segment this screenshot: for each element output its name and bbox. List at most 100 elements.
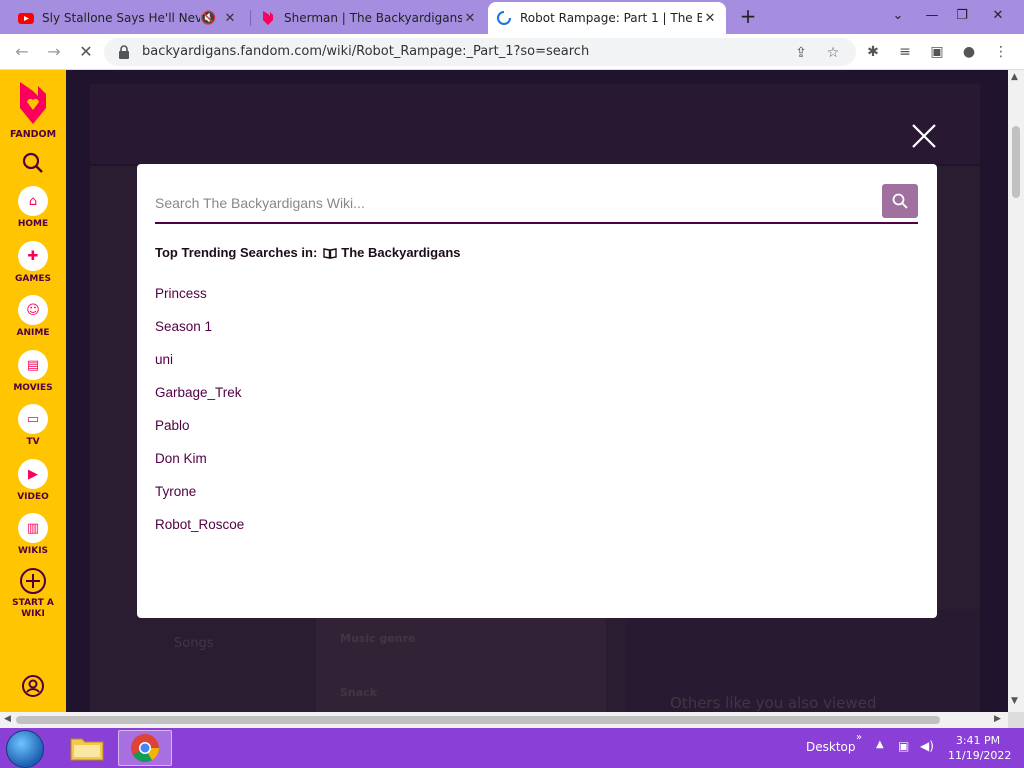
home-icon: ⌂ [18,186,48,216]
menu-kebab-icon[interactable]: ⋮ [992,43,1010,61]
side-panel-icon[interactable]: ▣ [928,43,946,61]
search-icon [22,152,43,173]
sidebar-item-anime[interactable]: ☺ ANIME [0,295,66,339]
youtube-icon [18,13,34,24]
scroll-thumb[interactable] [1012,126,1020,198]
tv-icon: ▭ [18,404,48,434]
sidebar-item-label: START A WIKI [12,598,54,619]
trending-item[interactable]: Pablo [155,418,244,451]
sidebar-item-label: GAMES [15,274,51,284]
chevron-double-icon[interactable]: » [856,732,862,743]
tab-sherman[interactable]: Sherman | The Backyardigans Wi ✕ [252,2,486,34]
fandom-brand-label: FANDOM [9,129,57,140]
sidebar-item-label: MOVIES [13,383,53,393]
media-control-icon[interactable]: ≡ [896,43,914,61]
bookmark-star-icon[interactable]: ☆ [824,44,842,62]
trending-heading: Top Trending Searches in: The Backyardig… [155,245,461,260]
fandom-heart-icon [20,82,46,124]
trending-item[interactable]: Tyrone [155,484,244,517]
trending-item[interactable]: Princess [155,286,244,319]
sidebar-account[interactable] [0,674,66,698]
close-search-icon[interactable] [908,120,940,152]
fandom-logo[interactable]: FANDOM [0,80,66,140]
trending-item[interactable]: Robot_Roscoe [155,517,244,550]
sidebar-item-movies[interactable]: ▤ MOVIES [0,350,66,394]
extensions-icon[interactable]: ✱ [864,43,882,61]
restore-icon[interactable]: ❐ [946,0,978,34]
scroll-up-icon[interactable]: ▲ [1011,72,1018,82]
sidebar-item-label: TV [26,437,40,447]
sidebar-item-label: VIDEO [17,492,49,502]
scroll-thumb[interactable] [16,716,940,724]
windows-taskbar: Desktop » ▲ ▣ ◀) 3:41 PM 11/19/2022 [0,728,1024,768]
desktop-toolbar-label[interactable]: Desktop [806,740,856,754]
sidebar-item-games[interactable]: ✚ GAMES [0,241,66,285]
share-icon[interactable]: ⇪ [792,44,810,62]
close-window-icon[interactable]: ✕ [982,0,1014,34]
tray-expand-icon[interactable]: ▲ [876,739,884,750]
sidebar-item-label: ANIME [16,328,50,338]
trending-item[interactable]: uni [155,352,244,385]
lock-icon [119,45,129,59]
search-submit-button[interactable] [882,184,918,218]
scroll-down-icon[interactable]: ▼ [1011,696,1018,706]
trending-list: Princess Season 1 uni Garbage_Trek Pablo… [155,286,244,550]
play-icon: ▶ [18,459,48,489]
anime-icon: ☺ [18,295,48,325]
sidebar-item-label: WIKIS [17,546,49,556]
start-button[interactable] [6,730,44,768]
search-icon [892,193,908,209]
sidebar-item-video[interactable]: ▶ VIDEO [0,459,66,503]
taskbar-explorer[interactable] [60,730,114,766]
user-account-icon [22,675,44,697]
clapper-icon: ▤ [18,350,48,380]
browser-toolbar: ← → ✕ backyardigans.fandom.com/wiki/Robo… [0,34,1024,70]
sidebar-item-home[interactable]: ⌂ HOME [0,186,66,230]
gamepad-icon: ✚ [18,241,48,271]
tab-youtube[interactable]: Sly Stallone Says He'll Never 🔇 ✕ [10,2,246,34]
sidebar-item-tv[interactable]: ▭ TV [0,404,66,448]
tab-close-icon[interactable]: ✕ [702,11,718,26]
search-input[interactable] [155,186,875,220]
sidebar-item-start-a-wiki[interactable]: START A WIKI [0,567,66,620]
vertical-scrollbar[interactable]: ▲ ▼ [1008,70,1024,712]
clock-time: 3:41 PM [955,734,1001,747]
tab-close-icon[interactable]: ✕ [462,11,478,26]
scroll-right-icon[interactable]: ▶ [994,714,1001,724]
sidebar-search[interactable] [0,152,66,174]
tab-separator [250,10,251,26]
trending-item[interactable]: Season 1 [155,319,244,352]
taskbar-chrome[interactable] [118,730,172,766]
trending-item[interactable]: Garbage_Trek [155,385,244,418]
sidebar-item-label: HOME [17,219,49,229]
tab-robot-rampage[interactable]: Robot Rampage: Part 1 | The Bac ✕ [488,2,726,34]
stop-loading-icon[interactable]: ✕ [74,40,98,64]
browser-tab-strip: Sly Stallone Says He'll Never 🔇 ✕ Sherma… [0,0,1024,34]
tab-title: Sly Stallone Says He'll Never [42,11,200,25]
tab-title: Robot Rampage: Part 1 | The Bac [520,11,702,25]
tab-close-icon[interactable]: ✕ [222,11,238,26]
clock-date: 11/19/2022 [948,749,1012,762]
new-tab-button[interactable]: + [738,6,758,26]
profile-icon[interactable]: ● [960,43,978,61]
network-icon[interactable]: ▣ [898,739,909,753]
scrollbar-corner [1008,712,1024,728]
system-clock[interactable]: 3:41 PM 11/19/2022 [948,733,1012,763]
url-text: backyardigans.fandom.com/wiki/Robot_Ramp… [142,44,590,59]
back-arrow-icon[interactable]: ← [10,40,34,64]
minimize-icon[interactable]: — [916,0,948,34]
fandom-icon [263,11,273,25]
forward-arrow-icon[interactable]: → [42,40,66,64]
trending-heading-text: Top Trending Searches in: [155,245,318,260]
speaker-icon[interactable]: 🔇 [200,11,216,26]
tab-search-icon[interactable]: ⌄ [882,0,914,34]
trending-item[interactable]: Don Kim [155,451,244,484]
scroll-left-icon[interactable]: ◀ [4,714,11,724]
plus-icon [20,568,46,594]
volume-icon[interactable]: ◀) [920,739,934,753]
search-modal: Top Trending Searches in: The Backyardig… [137,164,937,618]
address-bar[interactable]: backyardigans.fandom.com/wiki/Robot_Ramp… [104,38,856,66]
horizontal-scrollbar[interactable]: ◀ ▶ [0,712,1008,728]
trending-wiki-name: The Backyardigans [341,245,461,260]
sidebar-item-wikis[interactable]: ▥ WIKIS [0,513,66,557]
